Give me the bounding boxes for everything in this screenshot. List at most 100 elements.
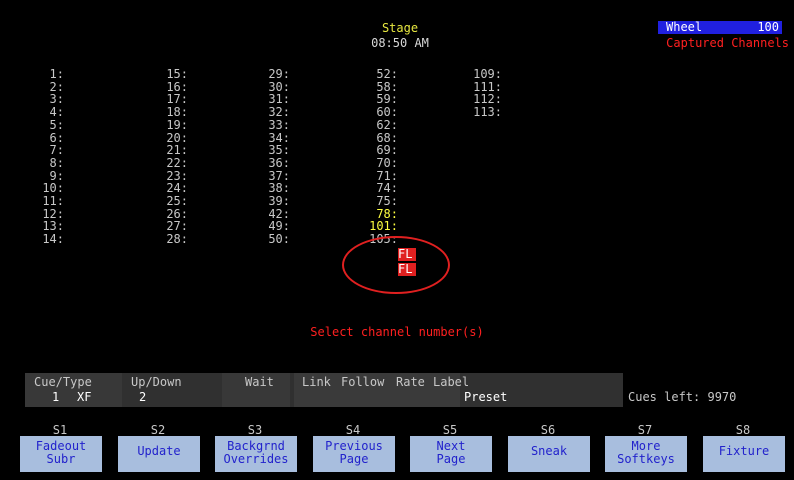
channel-label: 68: — [362, 132, 398, 144]
channel-label: 39: — [260, 195, 290, 207]
channel-label: 12: — [34, 208, 64, 220]
channel-number: 24: — [166, 181, 188, 196]
channel-label: 27: — [158, 220, 188, 232]
channel-label: 49: — [260, 220, 290, 232]
channel-label: 5: — [34, 119, 64, 131]
channel-number: 34: — [268, 130, 290, 145]
channel-label: 8: — [34, 157, 64, 169]
channel-number: 11: — [42, 194, 64, 208]
channel-number: 29: — [268, 67, 290, 81]
channel-label: 2: — [34, 81, 64, 93]
channel-number: 26: — [166, 206, 188, 221]
channel-number: 13: — [42, 219, 64, 234]
softkey-id: S8 — [735, 423, 751, 437]
channel-number: 3: — [49, 92, 64, 107]
channel-label: 78: — [362, 208, 398, 220]
channel-number: 70: — [376, 155, 398, 170]
channel-label: 3: — [34, 93, 64, 105]
wheel-label: Wheel — [666, 20, 703, 34]
softkey-label: Fixture — [718, 444, 770, 458]
wheel-value: 100 — [757, 20, 779, 34]
softkey-button[interactable]: Backgrnd Overrides — [215, 436, 297, 472]
softkey-id: S1 — [52, 423, 68, 437]
channel-label: 62: — [362, 119, 398, 131]
channel-number: 58: — [376, 79, 398, 94]
channel-number: 17: — [166, 92, 188, 107]
channel-label: 35: — [260, 144, 290, 156]
channel-label: 13: — [34, 220, 64, 232]
channel-label: 4: — [34, 106, 64, 118]
cue-number: 1 — [52, 390, 60, 404]
channel-number: 32: — [268, 105, 290, 120]
softkey-id: S2 — [150, 423, 166, 437]
channel-number: 27: — [166, 219, 188, 234]
channel-label: 29: — [260, 68, 290, 80]
softkey-button[interactable]: Previous Page — [313, 436, 395, 472]
channel-number: 35: — [268, 143, 290, 158]
softkey-button[interactable]: Fixture — [703, 436, 785, 472]
channel-label: 33: — [260, 119, 290, 131]
channel-number: 113: — [473, 105, 502, 120]
channel-label: 11: — [34, 195, 64, 207]
channel-number: 28: — [166, 232, 188, 247]
cue-type: XF — [77, 390, 92, 404]
channel-number: 10: — [42, 181, 64, 196]
channel-label: 14: — [34, 233, 64, 245]
cue-label: Preset — [464, 390, 508, 404]
channel-label: 75: — [362, 195, 398, 207]
channel-label: 52: — [362, 68, 398, 80]
channel-number: 37: — [268, 168, 290, 183]
channel-number: 60: — [376, 105, 398, 120]
channel-number: 78: — [376, 206, 398, 221]
channel-label: 34: — [260, 132, 290, 144]
channel-number: 25: — [166, 194, 188, 208]
channel-number: 30: — [268, 79, 290, 94]
cue-type-header: Cue/Type — [34, 375, 92, 389]
channel-label: 10: — [34, 182, 64, 194]
softkey-label: Update — [137, 444, 181, 458]
channel-number: 14: — [42, 232, 64, 247]
softkey-button[interactable]: More Softkeys — [605, 436, 687, 472]
channel-number: 1: — [49, 67, 64, 81]
channel-number: 68: — [376, 130, 398, 145]
channel-label: 22: — [158, 157, 188, 169]
channel-label: 31: — [260, 93, 290, 105]
channel-number: 59: — [376, 92, 398, 107]
softkey-button[interactable]: Update — [118, 436, 200, 472]
softkey-label: Page — [436, 452, 466, 466]
label-header: Label — [433, 375, 470, 389]
channel-label: 7: — [34, 144, 64, 156]
channel-number: 38: — [268, 181, 290, 196]
channel-number: 33: — [268, 117, 290, 132]
channel-label: 1: — [34, 68, 64, 80]
clock: 08:50 AM — [371, 36, 429, 50]
channel-number: 20: — [166, 130, 188, 145]
channel-label: 113: — [466, 106, 502, 118]
softkey-id: S4 — [345, 423, 361, 437]
channel-label: 24: — [158, 182, 188, 194]
channel-number: 9: — [49, 168, 64, 183]
channel-number: 101: — [369, 219, 398, 234]
channel-label: 9: — [34, 170, 64, 182]
channel-label: 30: — [260, 81, 290, 93]
channel-label: 18: — [158, 106, 188, 118]
softkey-label: Overrides — [223, 452, 289, 466]
channel-number: 18: — [166, 105, 188, 120]
channel-label: 16: — [158, 81, 188, 93]
channel-number: 111: — [473, 79, 502, 94]
channel-number: 52: — [376, 67, 398, 81]
link-header: Link — [302, 375, 331, 389]
softkey-button[interactable]: Next Page — [410, 436, 492, 472]
channel-label: 28: — [158, 233, 188, 245]
channel-label: 71: — [362, 170, 398, 182]
softkey-button[interactable]: Sneak — [508, 436, 590, 472]
softkey-label: Page — [339, 452, 369, 466]
channel-label: 111: — [466, 81, 502, 93]
channel-number: 4: — [49, 105, 64, 120]
channel-label: 23: — [158, 170, 188, 182]
channel-number: 39: — [268, 194, 290, 208]
channel-label: 38: — [260, 182, 290, 194]
softkey-button[interactable]: Fadeout Subr — [20, 436, 102, 472]
channel-number: 42: — [268, 206, 290, 221]
rate-header: Rate — [396, 375, 425, 389]
